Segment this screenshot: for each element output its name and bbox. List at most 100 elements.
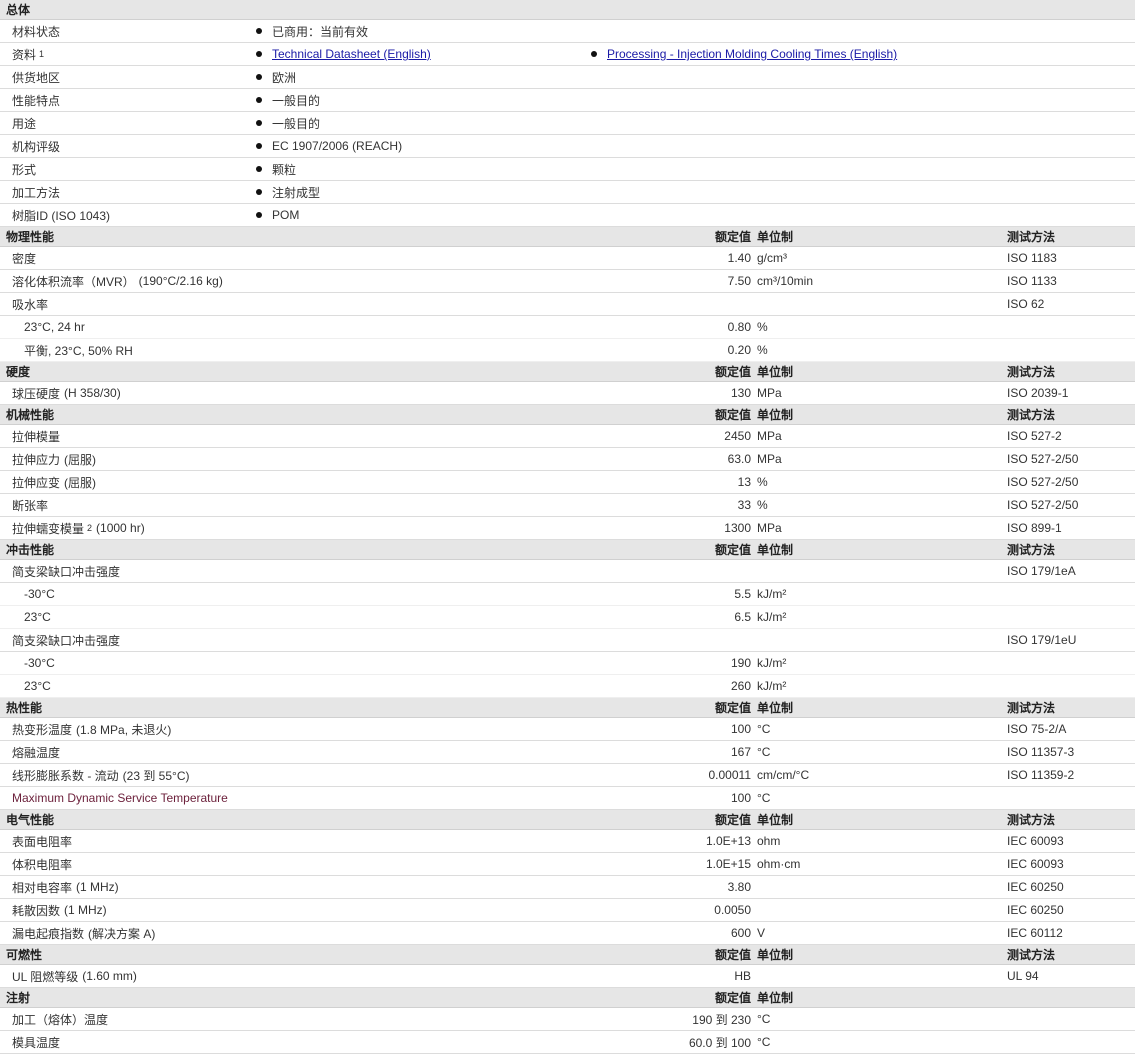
- property-row: 耗散因数 (1 MHz) 0.0050 IEC 60250: [0, 899, 1135, 922]
- nominal-value: 130: [730, 386, 751, 400]
- unit: V: [757, 926, 766, 940]
- test-method: ISO 62: [1007, 297, 1045, 311]
- test-method: ISO 11357-3: [1007, 745, 1075, 759]
- property-name-text: -30°C: [24, 656, 55, 670]
- column-header-value: 额定值: [714, 701, 751, 715]
- column-header-unit: 单位制: [757, 230, 794, 244]
- general-row: 材料状态 已商用：当前有效: [0, 20, 1135, 43]
- general-row: 形式 颗粒: [0, 158, 1135, 181]
- test-method: ISO 1183: [1007, 251, 1057, 265]
- property-name: -30°C: [24, 652, 55, 674]
- nominal-value: 3.80: [727, 880, 751, 894]
- property-name: 相对电容率 (1 MHz): [12, 876, 119, 898]
- document-link[interactable]: Technical Datasheet (English): [272, 47, 431, 61]
- test-condition: (23 到 55°C): [122, 768, 190, 783]
- property-row: 断张率 33% ISO 527-2/50: [0, 494, 1135, 517]
- property-name: 密度: [12, 247, 36, 269]
- test-method: ISO 527-2/50: [1007, 452, 1079, 466]
- nominal-value: 1300: [724, 521, 751, 535]
- property-name: 拉伸应力 (屈服): [12, 448, 96, 470]
- section-title: 硬度: [6, 365, 31, 379]
- property-name-text: 模具温度: [12, 1035, 61, 1050]
- property-row: 简支梁缺口冲击强度 ISO 179/1eA: [0, 560, 1135, 583]
- unit: MPa: [757, 429, 782, 443]
- unit: cm/cm/°C: [757, 768, 810, 782]
- property-name: 断张率: [12, 494, 48, 516]
- bullet-item: EC 1907/2006 (REACH): [256, 135, 402, 157]
- column-header-unit: 单位制: [757, 701, 794, 715]
- property-row: 拉伸模量 2450 MPa ISO 527-2: [0, 425, 1135, 448]
- nominal-value: 100: [730, 722, 751, 736]
- section-header: 硬度 额定值 单位制 测试方法: [0, 362, 1135, 382]
- nominal-value: 167: [730, 745, 751, 759]
- property-name-text: 23°C, 24 hr: [24, 320, 85, 334]
- property-row: 简支梁缺口冲击强度 ISO 179/1eU: [0, 629, 1135, 652]
- nominal-value: 7.50: [727, 274, 751, 288]
- property-label-text: 机构评级: [12, 139, 61, 154]
- column-header-value: 额定值: [714, 365, 751, 379]
- column-header-value: 额定值: [714, 543, 751, 557]
- column-header-method: 测试方法: [1007, 813, 1056, 827]
- property-label-text: 树脂ID (ISO 1043): [12, 208, 111, 223]
- column-header-method: 测试方法: [1007, 701, 1056, 715]
- unit: MPa: [757, 521, 782, 535]
- column-header-method: 测试方法: [1007, 543, 1056, 557]
- test-condition: (H 358/30): [64, 386, 121, 400]
- property-name: 表面电阻率: [12, 830, 72, 852]
- unit: kJ/m²: [757, 610, 787, 624]
- section-header-general: 总体: [0, 0, 1135, 20]
- general-row: 加工方法 注射成型: [0, 181, 1135, 204]
- property-label: 机构评级: [12, 135, 60, 157]
- bullet-icon: [256, 28, 262, 34]
- section-header: 电气性能 额定值 单位制 测试方法: [0, 810, 1135, 830]
- test-method: ISO 179/1eU: [1007, 633, 1077, 647]
- property-name: 漏电起痕指数 (解决方案 A): [12, 922, 155, 944]
- section-header: 物理性能 额定值 单位制 测试方法: [0, 227, 1135, 247]
- property-row: 加工（熔体）温度 190 到 230 °C: [0, 1008, 1135, 1031]
- test-condition: (解决方案 A): [88, 926, 156, 941]
- test-method: ISO 75-2/A: [1007, 722, 1067, 736]
- test-method: UL 94: [1007, 969, 1039, 983]
- section-header: 热性能 额定值 单位制 测试方法: [0, 698, 1135, 718]
- document-link[interactable]: Processing - Injection Molding Cooling T…: [607, 47, 897, 61]
- section-title: 机械性能: [6, 408, 55, 422]
- property-name-text: 球压硬度: [12, 386, 61, 401]
- property-row: 23°C 6.5 kJ/m²: [0, 606, 1135, 629]
- property-value: 已商用：当前有效: [272, 24, 369, 39]
- property-row: 热变形温度 (1.8 MPa, 未退火) 100 °C ISO 75-2/A: [0, 718, 1135, 741]
- property-label: 加工方法: [12, 181, 60, 203]
- test-method: ISO 179/1eA: [1007, 564, 1076, 578]
- property-name: 体积电阻率: [12, 853, 72, 875]
- column-header-value: 额定值: [714, 948, 751, 962]
- test-method: IEC 60093: [1007, 857, 1064, 871]
- section-title: 冲击性能: [6, 543, 55, 557]
- property-row: UL 阻燃等级 (1.60 mm) HB UL 94: [0, 965, 1135, 988]
- unit: °C: [757, 722, 771, 736]
- test-method: IEC 60250: [1007, 880, 1064, 894]
- property-name: 简支梁缺口冲击强度: [12, 629, 120, 651]
- test-method: IEC 60093: [1007, 834, 1064, 848]
- bullet-icon: [256, 97, 262, 103]
- property-row: 23°C 260 kJ/m²: [0, 675, 1135, 698]
- property-row: 体积电阻率 1.0E+15 ohm·cm IEC 60093: [0, 853, 1135, 876]
- section-title: 热性能: [6, 701, 43, 715]
- test-method: ISO 2039-1: [1007, 386, 1069, 400]
- datasheet-table: 总体 材料状态 已商用：当前有效 资料 1 Technical Datasheet (En…: [0, 0, 1135, 1054]
- nominal-value: 1.0E+13: [705, 834, 751, 848]
- unit: °C: [757, 791, 771, 805]
- section-title: 注射: [6, 991, 31, 1005]
- property-name: UL 阻燃等级 (1.60 mm): [12, 965, 137, 987]
- property-name: 线形膨胀系数 - 流动 (23 到 55°C): [12, 764, 190, 786]
- property-name: 拉伸模量: [12, 425, 60, 447]
- property-name: 熔融温度: [12, 741, 60, 763]
- property-name: 吸水率: [12, 293, 48, 315]
- property-label: 供货地区: [12, 66, 60, 88]
- test-condition: (屈服): [64, 475, 97, 490]
- nominal-value: 13: [737, 475, 751, 489]
- property-name-text: 线形膨胀系数 - 流动: [12, 768, 119, 783]
- general-row: 用途 一般目的: [0, 112, 1135, 135]
- test-method: ISO 1133: [1007, 274, 1057, 288]
- unit: kJ/m²: [757, 679, 787, 693]
- test-method: ISO 899-1: [1007, 521, 1062, 535]
- property-value: POM: [272, 208, 300, 222]
